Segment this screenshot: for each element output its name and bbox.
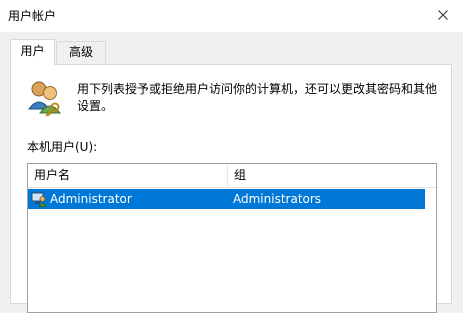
local-users-label: 本机用户(U): xyxy=(27,140,98,154)
column-header-username[interactable]: 用户名 xyxy=(28,164,228,187)
cell-group: Administrators xyxy=(233,192,322,206)
title-bar: 用户帐户 xyxy=(0,0,463,32)
description-text: 用下列表授予或拒绝用户访问你的计算机，还可以更改其密码和其他设置。 xyxy=(77,82,438,113)
users-list[interactable]: 用户名 组 Administrator Administrators xyxy=(27,163,437,313)
close-icon xyxy=(438,10,448,20)
window-title: 用户帐户 xyxy=(8,9,57,23)
list-header: 用户名 组 xyxy=(28,164,436,188)
cell-username: Administrator xyxy=(50,192,132,206)
tab-strip: 用户 高级 xyxy=(0,32,463,65)
users-icon xyxy=(28,81,61,117)
tab-advanced[interactable]: 高级 xyxy=(56,41,106,64)
user-computer-icon xyxy=(31,192,47,207)
table-row[interactable]: Administrator Administrators xyxy=(28,189,425,209)
tab-panel-users: 用下列表授予或拒绝用户访问你的计算机，还可以更改其密码和其他设置。 本机用户(U… xyxy=(10,64,452,313)
column-header-group[interactable]: 组 xyxy=(228,164,436,187)
close-button[interactable] xyxy=(423,0,463,32)
tab-users[interactable]: 用户 xyxy=(10,39,55,65)
